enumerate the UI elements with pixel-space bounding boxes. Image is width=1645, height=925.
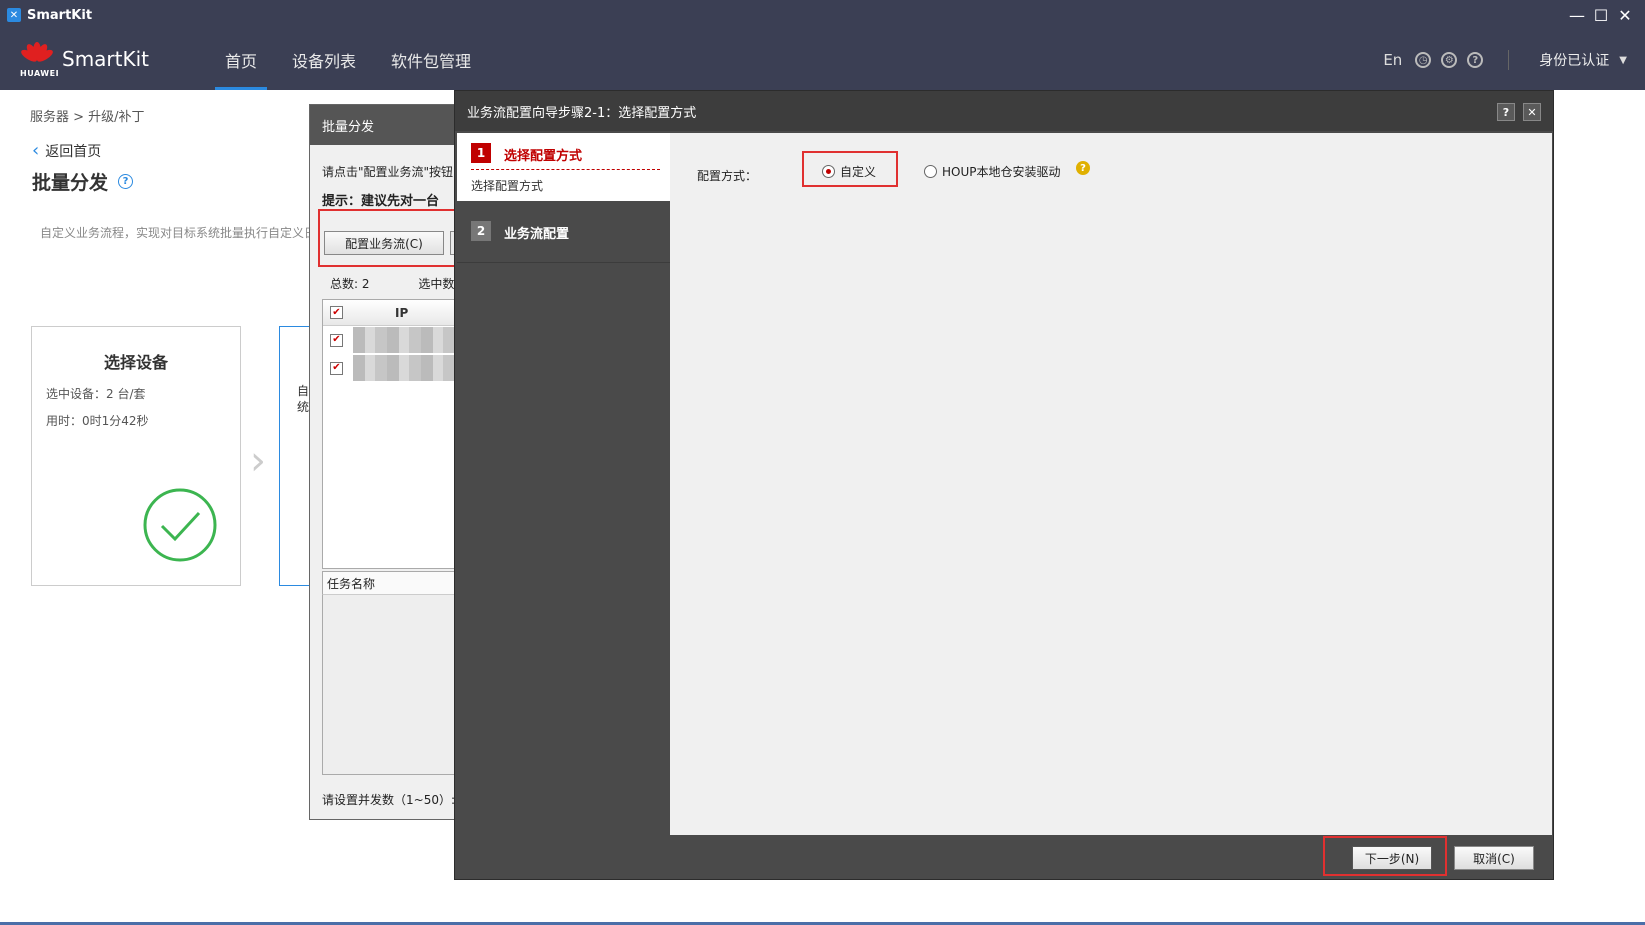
gear-icon[interactable]: ⚙: [1441, 52, 1458, 68]
radio-houp-driver[interactable]: HOUP本地仓安装驱动: [924, 163, 1061, 180]
step-divider: [471, 169, 660, 170]
table-row[interactable]: ✔: [323, 326, 458, 354]
step-sub-label: 选择配置方式: [471, 179, 544, 193]
chevron-right-icon: ›: [250, 438, 266, 484]
auth-status[interactable]: 身份已认证: [1539, 50, 1609, 70]
language-toggle[interactable]: En: [1383, 51, 1402, 69]
nav-tabs: 首页 设备列表 软件包管理: [215, 30, 496, 90]
huawei-logo-icon: HUAWEI: [19, 42, 59, 78]
wizard-step-1[interactable]: 1 选择配置方式 选择配置方式: [457, 133, 670, 201]
help-icon[interactable]: ?: [1076, 161, 1090, 175]
help-icon[interactable]: ?: [118, 174, 134, 189]
ip-table-header: ✔ IP: [323, 300, 458, 326]
wizard-header-buttons: ? ✕: [1489, 103, 1541, 121]
row-checkbox[interactable]: ✔: [330, 361, 343, 375]
wizard-content: 配置方式： 自定义 HOUP本地仓安装驱动 ?: [670, 133, 1552, 835]
wizard-step-2[interactable]: 2 业务流配置: [457, 201, 670, 263]
workflow-wizard-dialog: 业务流配置向导步骤2-1：选择配置方式 ? ✕ 1 选择配置方式 选择配置方式 …: [454, 90, 1554, 880]
window-title: SmartKit: [27, 7, 93, 23]
config-workflow-button[interactable]: 配置业务流(C): [324, 231, 444, 255]
step-number: 1: [471, 143, 491, 163]
step-label: 业务流配置: [504, 227, 570, 242]
batch-hint-text: 请点击"配置业务流"按钮自: [322, 165, 459, 179]
page-description: 自定义业务流程，实现对目标系统批量执行自定义日: [40, 226, 317, 240]
radio-label: 自定义: [840, 165, 877, 179]
minimize-icon[interactable]: —: [1565, 0, 1589, 30]
concurrency-label: 请设置并发数（1~50）:: [322, 793, 456, 807]
window-controls: — ☐ ✕: [1565, 0, 1637, 30]
task-list: [322, 595, 458, 775]
clock-icon[interactable]: ◷: [1415, 52, 1432, 68]
selected-devices-text: 选中设备：2 台/套: [46, 387, 146, 401]
close-icon[interactable]: ✕: [1523, 103, 1541, 121]
tab-device-list[interactable]: 设备列表: [282, 30, 366, 90]
select-all-checkbox[interactable]: ✔: [330, 306, 343, 319]
table-row[interactable]: ✔: [323, 354, 458, 382]
help-icon[interactable]: ?: [1467, 52, 1484, 68]
total-count: 总数: 2: [330, 277, 370, 291]
close-icon[interactable]: ✕: [1613, 0, 1637, 30]
step-card-title: 选择设备: [103, 353, 168, 372]
chevron-down-icon[interactable]: ▼: [1619, 55, 1627, 66]
logo-text: HUAWEI: [20, 69, 60, 78]
batch-dialog: 批量分发 请点击"配置业务流"按钮自 提示：建议先对一台 配置业务流(C) 总数…: [309, 104, 459, 820]
step-label: 选择配置方式: [504, 149, 583, 164]
nav-right-tools: En ◷ ⚙ ? 身份已认证 ▼: [1383, 30, 1645, 90]
cancel-button[interactable]: 取消(C): [1454, 846, 1534, 870]
task-name-header: 任务名称: [322, 571, 458, 595]
batch-dialog-title: 批量分发: [310, 105, 458, 145]
maximize-icon[interactable]: ☐: [1589, 0, 1613, 30]
check-circle-icon: [143, 488, 217, 562]
ip-column-header: IP: [395, 305, 409, 320]
redacted-ip: [352, 327, 458, 353]
radio-label: HOUP本地仓安装驱动: [942, 165, 1061, 179]
step-card-select-device[interactable]: 选择设备 选中设备：2 台/套 用时：0时1分42秒: [31, 326, 241, 586]
selected-count: 选中数:: [418, 277, 459, 291]
chevron-left-icon: ‹: [32, 140, 40, 161]
wizard-step-panel: 1 选择配置方式 选择配置方式 2 业务流配置: [457, 133, 670, 263]
main-navbar: HUAWEI SmartKit 首页 设备列表 软件包管理 En ◷ ⚙ ? 身…: [0, 30, 1645, 90]
page-title: 批量分发 ?: [32, 168, 134, 195]
elapsed-time-text: 用时：0时1分42秒: [46, 414, 149, 428]
row-checkbox[interactable]: ✔: [330, 333, 343, 347]
ip-table: ✔ IP ✔ ✔: [322, 299, 458, 569]
tab-home[interactable]: 首页: [215, 30, 268, 90]
radio-custom[interactable]: 自定义: [822, 163, 876, 180]
next-button[interactable]: 下一步(N): [1352, 846, 1432, 870]
wizard-title: 业务流配置向导步骤2-1：选择配置方式: [455, 91, 1553, 131]
page-title-text: 批量分发: [32, 172, 109, 194]
redacted-ip: [352, 355, 458, 381]
step-number: 2: [471, 221, 491, 241]
help-icon[interactable]: ?: [1497, 103, 1515, 121]
smartkit-app-icon: ✕: [7, 8, 21, 22]
config-mode-label: 配置方式：: [697, 169, 758, 183]
back-home-link[interactable]: ‹ 返回首页: [32, 140, 101, 161]
breadcrumb: 服务器 > 升级/补丁: [30, 110, 145, 125]
device-counts: 总数: 2 选中数:: [330, 275, 458, 292]
tab-package-management[interactable]: 软件包管理: [381, 30, 481, 90]
radio-button[interactable]: [924, 165, 937, 178]
brand-name: SmartKit: [62, 47, 150, 71]
nav-divider: [1508, 50, 1510, 70]
radio-button-selected[interactable]: [822, 165, 835, 178]
batch-tip-text: 提示：建议先对一台: [322, 194, 440, 209]
back-home-label: 返回首页: [45, 143, 102, 160]
window-titlebar: ✕ SmartKit — ☐ ✕: [0, 0, 1645, 30]
